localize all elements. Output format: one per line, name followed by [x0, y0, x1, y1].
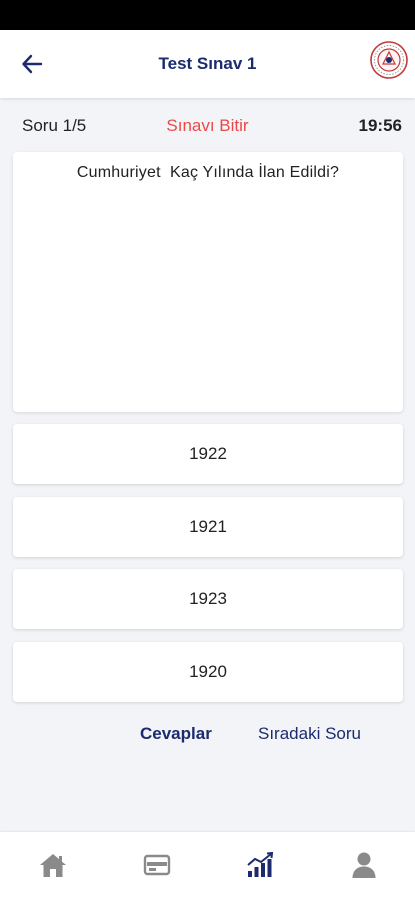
chart-icon — [247, 851, 274, 877]
exam-info-row: Soru 1/5 Sınavı Bitir 19:56 — [0, 110, 415, 140]
nav-profile[interactable] — [348, 849, 380, 881]
nav-home[interactable] — [37, 849, 69, 881]
question-card: Cumhuriyet Kaç Yılında İlan Edildi? — [13, 152, 403, 412]
page-title: Test Sınav 1 — [158, 54, 257, 73]
nav-cards[interactable] — [141, 849, 173, 881]
question-actions: Cevaplar Sıradaki Soru — [0, 718, 415, 748]
app-bar: Test Sınav 1 — [0, 30, 415, 98]
back-button[interactable] — [14, 46, 50, 82]
status-bar — [0, 0, 415, 30]
question-text: Cumhuriyet Kaç Yılında İlan Edildi? — [76, 164, 340, 181]
arrow-left-icon — [22, 54, 43, 74]
bottom-nav — [0, 832, 415, 900]
finish-exam-wrapper: Sınavı Bitir — [0, 116, 415, 136]
answer-option-2[interactable]: 1921 — [13, 497, 403, 557]
user-icon — [352, 852, 376, 878]
institution-seal-logo — [370, 41, 408, 79]
answer-option-3[interactable]: 1923 — [13, 569, 403, 629]
answer-option-4[interactable]: 1920 — [13, 642, 403, 702]
timer: 19:56 — [358, 116, 402, 135]
finish-exam-button[interactable]: Sınavı Bitir — [166, 116, 248, 135]
answer-option-1[interactable]: 1922 — [13, 424, 403, 484]
nav-stats[interactable] — [244, 849, 276, 881]
home-icon — [40, 854, 66, 877]
answers-button[interactable]: Cevaplar — [140, 724, 212, 744]
next-question-button[interactable]: Sıradaki Soru — [258, 724, 361, 744]
card-icon — [143, 854, 171, 876]
